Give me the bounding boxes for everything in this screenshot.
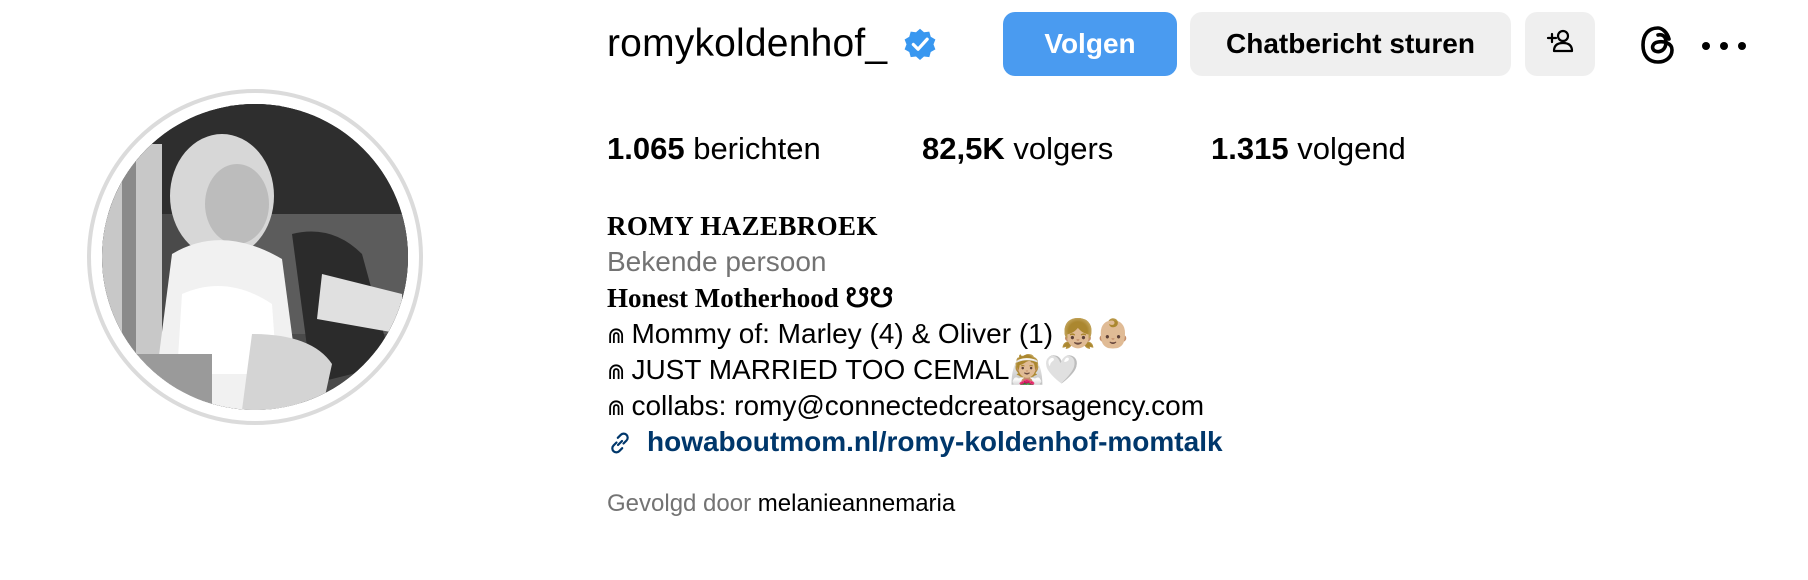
- add-person-icon: [1544, 25, 1576, 64]
- profile-bio: ROMY HAZEBROEK Bekende persoon Honest Mo…: [607, 208, 1507, 460]
- profile-header: romykoldenhof_: [607, 10, 939, 78]
- follow-button[interactable]: Volgen: [1003, 12, 1177, 76]
- followers-label: volgers: [1013, 131, 1114, 166]
- posts-label: berichten: [693, 131, 821, 166]
- bio-line-text: Mommy of: Marley (4) & Oliver (1) 👧🏼👶🏼: [631, 318, 1131, 349]
- more-options-icon[interactable]: [1702, 24, 1746, 68]
- followed-by-prefix: Gevolgd door: [607, 490, 752, 517]
- arch-bullet-icon: ⋒: [607, 394, 626, 420]
- avatar-photo: [102, 104, 408, 410]
- arch-bullet-icon: ⋒: [607, 322, 626, 348]
- profile-avatar-ring[interactable]: [87, 89, 423, 425]
- profile-tagline: Honest Motherhood ☋☋: [607, 283, 894, 313]
- dot: [1720, 42, 1728, 50]
- dot: [1738, 42, 1746, 50]
- following-label: volgend: [1297, 131, 1406, 166]
- following-count: 1.315: [1211, 131, 1289, 166]
- posts-count: 1.065: [607, 131, 685, 166]
- bio-line: ⋒ JUST MARRIED TOO CEMAL👰🏼🤍: [607, 352, 1507, 388]
- message-button[interactable]: Chatbericht sturen: [1190, 12, 1511, 76]
- stat-following[interactable]: 1.315 volgend: [1211, 131, 1406, 167]
- stat-followers[interactable]: 82,5K volgers: [922, 131, 1113, 167]
- arch-bullet-icon: ⋒: [607, 358, 626, 384]
- threads-icon[interactable]: [1636, 22, 1682, 68]
- followed-by-name[interactable]: melanieannemaria: [758, 490, 955, 517]
- profile-link-row: howaboutmom.nl/romy-koldenhof-momtalk: [607, 424, 1507, 460]
- profile-external-link[interactable]: howaboutmom.nl/romy-koldenhof-momtalk: [647, 424, 1223, 460]
- suggested-accounts-button[interactable]: [1525, 12, 1595, 76]
- bio-line: ⋒ collabs: romy@connectedcreatorsagency.c…: [607, 388, 1507, 424]
- bio-line-text: collabs: romy@connectedcreatorsagency.co…: [631, 390, 1205, 421]
- verified-badge-icon: [901, 25, 939, 63]
- profile-page: romykoldenhof_ Volgen Chatbericht sturen: [0, 0, 1808, 580]
- stat-posts[interactable]: 1.065 berichten: [607, 131, 821, 167]
- followed-by[interactable]: Gevolgd door melanieannemaria: [607, 490, 955, 518]
- dot: [1702, 42, 1710, 50]
- bio-line-text: JUST MARRIED TOO CEMAL👰🏼🤍: [631, 354, 1080, 385]
- followers-count: 82,5K: [922, 131, 1005, 166]
- profile-full-name: ROMY HAZEBROEK: [607, 211, 878, 241]
- profile-username[interactable]: romykoldenhof_: [607, 22, 887, 66]
- bio-line: ⋒ Mommy of: Marley (4) & Oliver (1) 👧🏼👶🏼: [607, 316, 1507, 352]
- profile-category: Bekende persoon: [607, 246, 827, 277]
- profile-avatar[interactable]: [102, 104, 408, 410]
- link-icon: [607, 429, 633, 455]
